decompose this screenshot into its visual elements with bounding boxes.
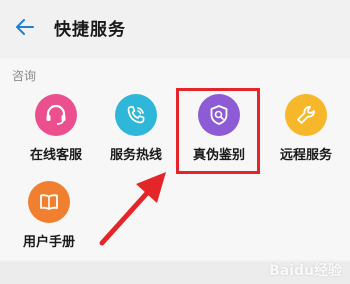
book-icon [28,181,70,223]
headset-icon [35,94,77,136]
service-label: 在线客服 [29,148,82,163]
back-button[interactable] [10,12,40,42]
service-user-manual[interactable]: 用户手册 [8,181,88,261]
service-remote[interactable]: 远程服务 [265,94,345,174]
section-label: 咨询 [12,69,37,83]
service-label: 远程服务 [279,148,332,163]
service-label: 服务热线 [109,148,162,163]
highlight-box [176,88,260,174]
service-hotline[interactable]: 服务热线 [95,94,175,174]
service-online-support[interactable]: 在线客服 [15,94,95,174]
wrench-icon [285,94,327,136]
service-label: 用户手册 [22,235,75,250]
phone-icon [115,94,157,136]
back-arrow-icon [16,19,34,35]
watermark: Baidu经验 [269,263,342,279]
page-title: 快捷服务 [54,20,126,40]
header: 快捷服务 [0,0,350,54]
